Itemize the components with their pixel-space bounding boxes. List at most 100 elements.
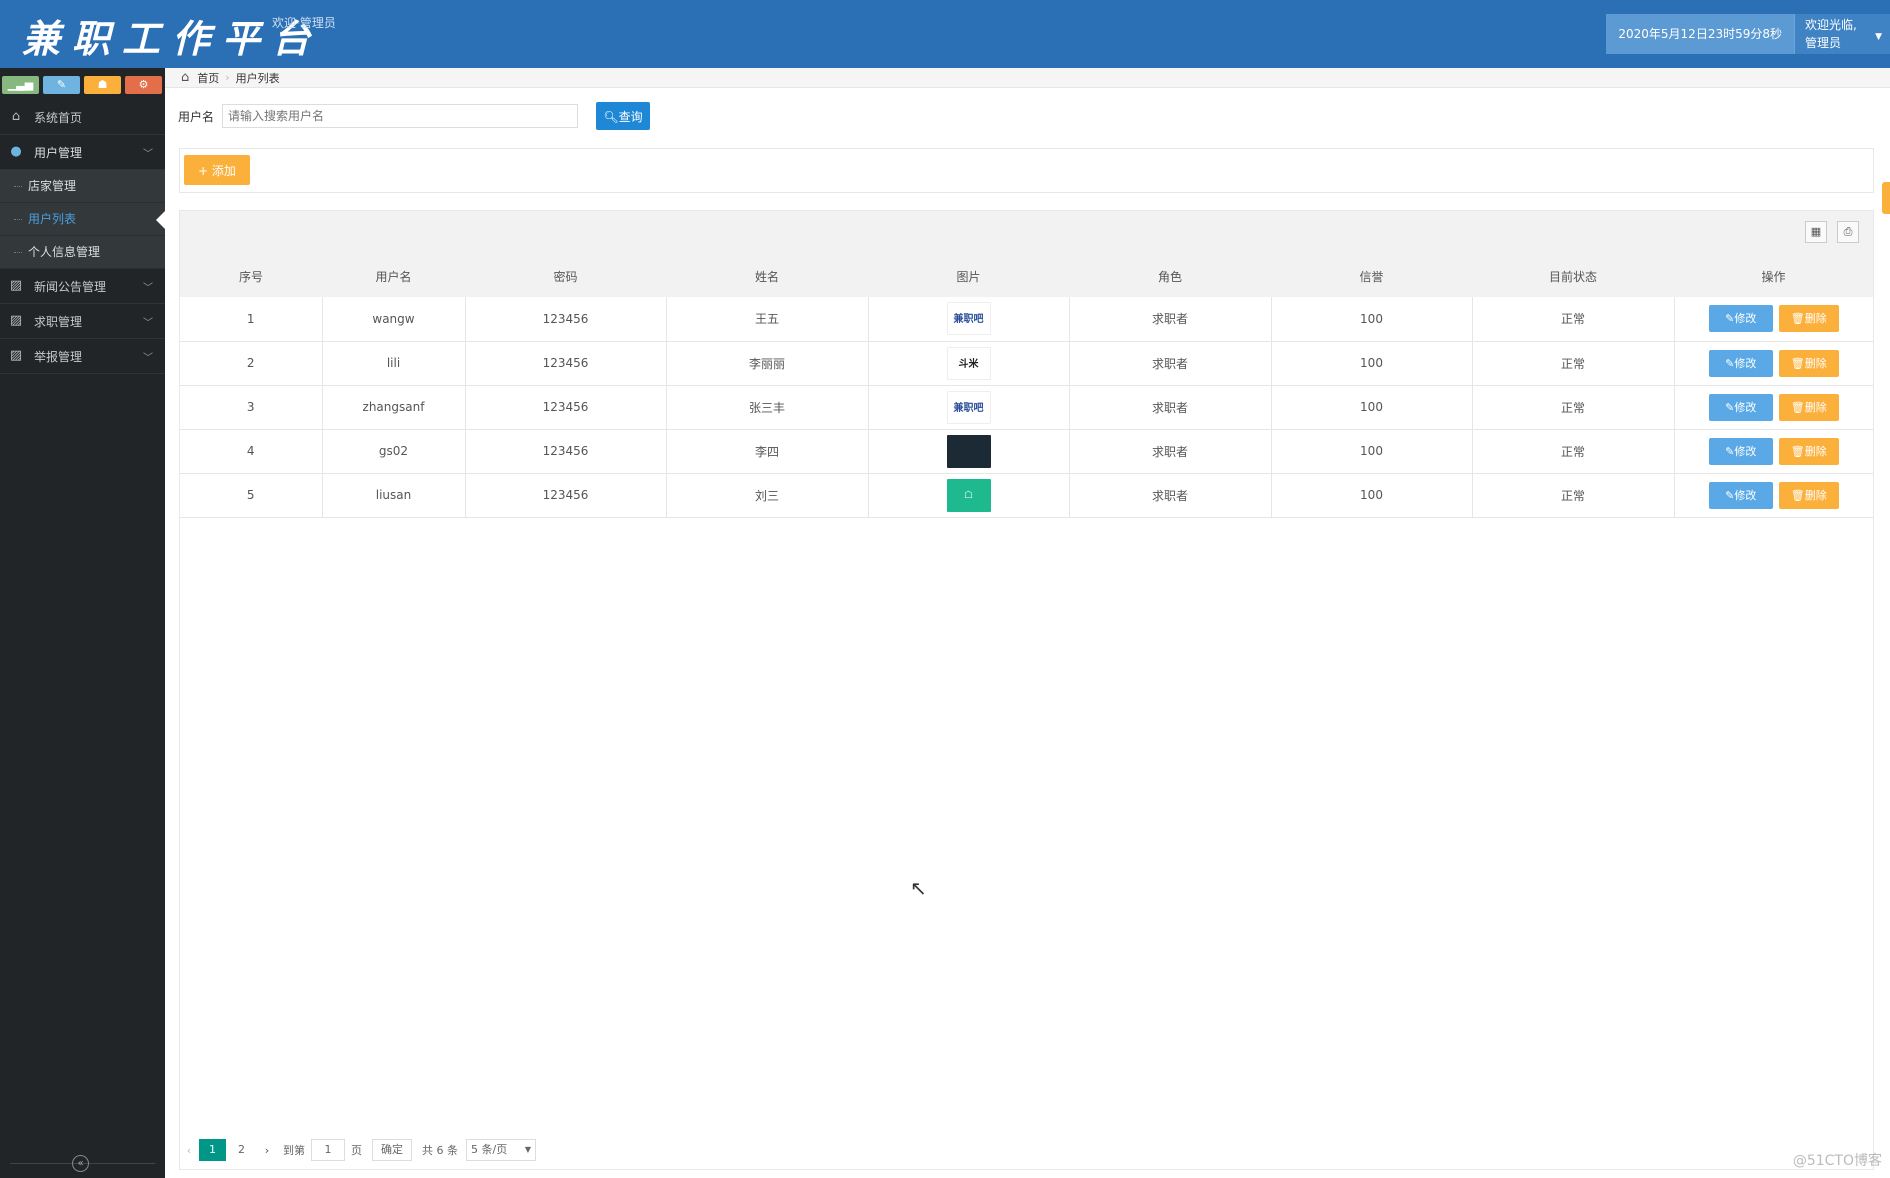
sidebar-item-label: 用户管理 bbox=[34, 145, 83, 160]
edit-button[interactable]: ✎修改 bbox=[1708, 393, 1773, 421]
shortcut-chart-button[interactable]: ▁▃▅ bbox=[2, 76, 39, 94]
shortcut-row: ▁▃▅ ✎ ☗ ⚙ bbox=[0, 68, 165, 100]
edit-button-label: 修改 bbox=[1734, 356, 1757, 370]
trash-icon: 🗑︎ bbox=[1790, 488, 1805, 502]
page-size-select[interactable]: 5 条/页 ▼ bbox=[466, 1139, 536, 1161]
sidebar-collapse-icon[interactable]: « bbox=[72, 1155, 89, 1172]
column-header: 图片 bbox=[868, 255, 1069, 297]
shortcut-pencil-button[interactable]: ✎ bbox=[43, 76, 80, 94]
home-icon: ⌂ bbox=[181, 70, 190, 85]
delete-button[interactable]: 🗑︎删除 bbox=[1778, 305, 1839, 333]
app-subtitle: 欢迎·管理员 bbox=[272, 16, 336, 30]
sidebar-item-label: 系统首页 bbox=[34, 110, 83, 125]
chevron-down-icon: ﹀ bbox=[143, 148, 153, 160]
pagination: ‹ 1 2 › 到第 1 页 确定 共 6 条 5 条/页 ▼ bbox=[179, 1139, 536, 1161]
grid-toolbar: ▦ ⎙ bbox=[180, 211, 1873, 255]
users-icon: ☗ bbox=[97, 78, 108, 91]
delete-button[interactable]: 🗑︎删除 bbox=[1778, 393, 1839, 421]
edit-button[interactable]: ✎修改 bbox=[1708, 305, 1773, 333]
delete-button-label: 删除 bbox=[1804, 312, 1827, 326]
sidebar-item-home[interactable]: ⌂ 系统首页 bbox=[0, 100, 165, 135]
cell-role: 求职者 bbox=[1069, 341, 1272, 386]
sidebar: ▁▃▅ ✎ ☗ ⚙ ⌂ 系统首页 ● 用户管理 ﹀ 店家管理 用户列表 个人信息… bbox=[0, 68, 165, 1178]
cell-image: 斗米 bbox=[868, 341, 1070, 386]
sidebar-item-user-list[interactable]: 用户列表 bbox=[0, 203, 165, 236]
shortcut-settings-button[interactable]: ⚙ bbox=[125, 76, 162, 94]
cell-actions: ✎修改 🗑︎删除 bbox=[1674, 297, 1873, 342]
edit-button[interactable]: ✎修改 bbox=[1708, 437, 1773, 465]
user-submenu: 店家管理 用户列表 个人信息管理 bbox=[0, 170, 165, 269]
column-header: 角色 bbox=[1069, 255, 1271, 297]
table-row: 1 wangw 123456 王五 兼职吧 求职者 100 正常 ✎修改 🗑︎删除 bbox=[180, 297, 1873, 342]
edit-button-label: 修改 bbox=[1734, 444, 1757, 458]
search-input[interactable] bbox=[222, 104, 579, 128]
search-icon: 🔍︎ bbox=[603, 109, 619, 124]
cell-image: 兼职吧 bbox=[868, 385, 1070, 430]
goto-label: 到第 bbox=[283, 1144, 305, 1157]
delete-button-label: 删除 bbox=[1804, 400, 1827, 414]
delete-button-label: 删除 bbox=[1804, 356, 1827, 370]
chevron-down-icon: ﹀ bbox=[143, 282, 153, 294]
delete-button[interactable]: 🗑︎删除 bbox=[1778, 349, 1839, 377]
column-header: 用户名 bbox=[322, 255, 465, 297]
cell-credit: 100 bbox=[1271, 297, 1473, 342]
sidebar-item-label: 新闻公告管理 bbox=[34, 279, 107, 294]
search-button-label: 查询 bbox=[618, 109, 643, 124]
cell-image: 兼职吧 bbox=[868, 297, 1070, 342]
edit-icon: ✎ bbox=[1725, 356, 1735, 370]
cell-credit: 100 bbox=[1271, 385, 1473, 430]
edit-button[interactable]: ✎修改 bbox=[1708, 481, 1773, 509]
side-tab[interactable] bbox=[1882, 182, 1890, 214]
toolbar: + 添加 bbox=[179, 148, 1874, 193]
delete-button[interactable]: 🗑︎删除 bbox=[1778, 481, 1839, 509]
sidebar-item-job-management[interactable]: ▨ 求职管理 ﹀ bbox=[0, 304, 165, 339]
delete-button[interactable]: 🗑︎删除 bbox=[1778, 437, 1839, 465]
add-button[interactable]: + 添加 bbox=[184, 155, 250, 185]
cell-username: liusan bbox=[322, 473, 466, 518]
search-button[interactable]: 🔍︎查询 bbox=[596, 102, 651, 130]
next-page-icon[interactable]: › bbox=[257, 1144, 277, 1157]
user-thumbnail: ☖ bbox=[946, 478, 991, 512]
page-input[interactable]: 1 bbox=[311, 1139, 345, 1161]
chart-icon: ▁▃▅ bbox=[7, 78, 34, 91]
page-number[interactable]: 1 bbox=[199, 1139, 226, 1161]
breadcrumb-home[interactable]: 首页 bbox=[197, 70, 219, 86]
delete-button-label: 删除 bbox=[1804, 488, 1827, 502]
total-count: 共 6 条 bbox=[422, 1144, 458, 1157]
cell-status: 正常 bbox=[1472, 385, 1675, 430]
cell-actions: ✎修改 🗑︎删除 bbox=[1674, 341, 1873, 386]
cell-actions: ✎修改 🗑︎删除 bbox=[1674, 385, 1873, 430]
cell-name: 李四 bbox=[666, 429, 869, 474]
user-menu[interactable]: 欢迎光临, 管理员 ▼ bbox=[1794, 14, 1890, 54]
cell-username: wangw bbox=[322, 297, 466, 342]
table-row: 4 gs02 123456 李四 求职者 100 正常 ✎修改 🗑︎删除 bbox=[180, 429, 1873, 474]
sidebar-item-news-management[interactable]: ▨ 新闻公告管理 ﹀ bbox=[0, 269, 165, 304]
edit-button[interactable]: ✎修改 bbox=[1708, 349, 1773, 377]
trash-icon: 🗑︎ bbox=[1790, 356, 1805, 370]
sidebar-item-report-management[interactable]: ▨ 举报管理 ﹀ bbox=[0, 339, 165, 374]
picture-icon: ▨ bbox=[9, 313, 23, 328]
prev-page-icon[interactable]: ‹ bbox=[179, 1144, 199, 1157]
cell-id: 4 bbox=[180, 429, 323, 474]
page-number[interactable]: 2 bbox=[228, 1139, 255, 1161]
columns-icon[interactable]: ▦ bbox=[1805, 221, 1827, 243]
confirm-button[interactable]: 确定 bbox=[372, 1139, 412, 1161]
print-icon[interactable]: ⎙ bbox=[1837, 221, 1859, 243]
column-header: 信誉 bbox=[1271, 255, 1472, 297]
chevron-down-icon: ﹀ bbox=[143, 352, 153, 364]
table-row: 5 liusan 123456 刘三 ☖ 求职者 100 正常 ✎修改 🗑︎删除 bbox=[180, 473, 1873, 518]
sidebar-item-label: 求职管理 bbox=[34, 314, 83, 329]
mouse-cursor-icon: ↖ bbox=[910, 876, 927, 900]
user-icon: ● bbox=[10, 144, 22, 159]
sidebar-item-user-management[interactable]: ● 用户管理 ﹀ bbox=[0, 135, 165, 170]
sidebar-item-shop-management[interactable]: 店家管理 bbox=[0, 170, 165, 203]
pencil-icon: ✎ bbox=[56, 78, 67, 91]
cell-role: 求职者 bbox=[1069, 429, 1272, 474]
cell-status: 正常 bbox=[1472, 473, 1675, 518]
breadcrumb-separator: › bbox=[225, 71, 230, 84]
welcome-text: 欢迎光临, bbox=[1805, 18, 1857, 32]
sidebar-item-profile-management[interactable]: 个人信息管理 bbox=[0, 236, 165, 269]
shortcut-users-button[interactable]: ☗ bbox=[84, 76, 121, 94]
cell-name: 张三丰 bbox=[666, 385, 869, 430]
home-icon: ⌂ bbox=[11, 109, 21, 124]
